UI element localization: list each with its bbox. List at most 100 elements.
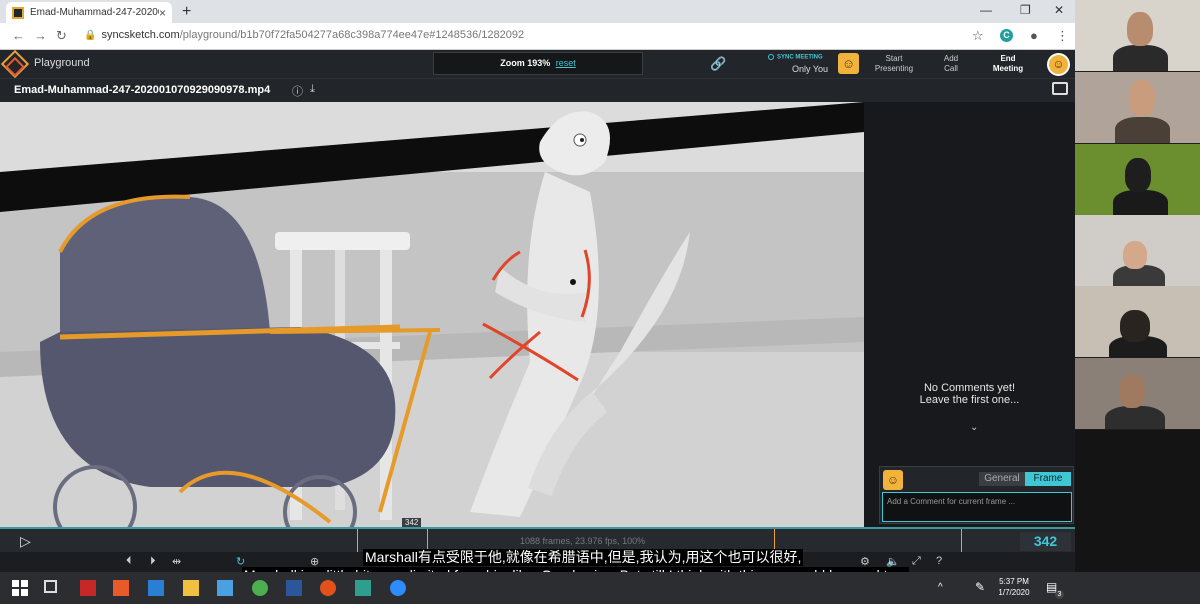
participant-tile-empty [1075, 430, 1200, 572]
zoom-label: Zoom 193% [500, 58, 551, 68]
syncsketch-logo-icon[interactable] [0, 49, 30, 79]
browser-tab-bar: Emad-Muhammad-247-202001 × + — ❐ ✕ [0, 0, 1075, 23]
file-name: Emad-Muhammad-247-202001070929090978.mp4 [14, 84, 271, 96]
timeline-marker [357, 529, 358, 552]
split-view-icon[interactable]: ⇹ [172, 555, 181, 568]
participant-tile[interactable] [1075, 72, 1200, 143]
participant-tile[interactable] [1075, 358, 1200, 429]
help-icon[interactable]: ? [936, 555, 942, 567]
participant-head [1119, 374, 1145, 408]
link-icon[interactable]: 🔗 [710, 56, 726, 72]
browser-tab[interactable]: Emad-Muhammad-247-202001 × [6, 2, 172, 23]
reaction-smiley-icon[interactable]: ☺ [838, 53, 859, 74]
app-icon[interactable] [217, 580, 233, 596]
comment-smiley-icon[interactable]: ☺ [883, 470, 903, 490]
zoom-reset-link[interactable]: reset [556, 58, 576, 68]
windows-taskbar: ^ ✎ 5:37 PM 1/7/2020 ▤ 3 [0, 572, 1200, 604]
screen: Emad-Muhammad-247-202001 × + — ❐ ✕ ← → ↻… [0, 0, 1200, 604]
participant-head [1123, 241, 1147, 269]
url-field[interactable]: 🔒 synсsketch.com/playground/b1b70f72fa504… [84, 29, 524, 41]
app-icon[interactable] [113, 580, 129, 596]
video-viewer[interactable] [0, 102, 864, 527]
app-title: Playground [34, 57, 90, 69]
no-comments-line2: Leave the first one... [919, 394, 1020, 406]
frame-info: 1088 frames, 23.976 fps, 100% [520, 536, 646, 546]
minimize-icon[interactable]: — [980, 3, 992, 17]
info-icon[interactable]: ⓘ [292, 83, 303, 99]
end-meeting-line2: Meeting [992, 64, 1024, 73]
reload-icon[interactable]: ↻ [56, 28, 67, 44]
comments-toggle-icon[interactable] [1052, 82, 1068, 95]
app-header: Playground Zoom 193% reset 🔗 SYNC MEETIN… [0, 49, 1075, 79]
participant-head [1120, 310, 1150, 342]
participant-tile[interactable] [1075, 215, 1200, 286]
start-presenting-button[interactable]: Start Presenting [872, 54, 916, 74]
app-icon[interactable] [148, 580, 164, 596]
syncsketch-favicon-icon [12, 6, 24, 19]
clock-time: 5:37 PM [999, 577, 1029, 586]
new-tab-button[interactable]: + [182, 3, 191, 21]
prev-frame-icon[interactable]: ⏴ [126, 555, 132, 568]
playhead-label: 342 [402, 518, 422, 527]
forward-icon[interactable]: → [34, 28, 47, 43]
close-tab-icon[interactable]: × [159, 6, 166, 20]
participant-tile[interactable] [1075, 144, 1200, 215]
notification-count: 3 [1055, 590, 1064, 599]
back-icon[interactable]: ← [12, 28, 25, 43]
participant-head [1125, 158, 1151, 192]
end-meeting-line1: End [1000, 54, 1016, 63]
tray-chevron-icon[interactable]: ^ [938, 582, 943, 593]
task-view-icon[interactable] [44, 580, 57, 593]
app-icon[interactable] [320, 580, 336, 596]
comment-input[interactable]: Add a Comment for current frame ... [882, 492, 1072, 522]
clock[interactable]: 5:37 PM 1/7/2020 [993, 577, 1035, 597]
participant-head [1129, 80, 1155, 116]
chrome-icon[interactable] [252, 580, 268, 596]
participant-body [1115, 117, 1170, 143]
app-icon[interactable] [355, 580, 371, 596]
pen-icon[interactable]: ✎ [975, 580, 985, 594]
zoom-app-icon[interactable] [390, 580, 406, 596]
sync-label-text: SYNC MEETING [777, 54, 823, 61]
extension-c-icon[interactable]: C [1000, 29, 1013, 42]
participant-body [1113, 190, 1168, 215]
lock-icon: 🔒 [84, 30, 97, 41]
sync-participants: Only You [792, 64, 829, 74]
close-window-icon[interactable]: ✕ [1054, 3, 1064, 17]
app-icon[interactable] [80, 580, 96, 596]
comment-box: ☺ General Frame Add a Comment for curren… [879, 466, 1074, 524]
participant-tile[interactable] [1075, 286, 1200, 357]
participant-body [1105, 406, 1165, 429]
next-frame-icon[interactable]: ⏵ [150, 555, 156, 568]
chevron-down-icon[interactable]: ⌄ [970, 422, 978, 433]
file-bar: Emad-Muhammad-247-202001070929090978.mp4… [0, 78, 1075, 102]
url-path: /playground/b1b70f72fa504277a68c398a774e… [179, 29, 525, 41]
participant-body [1113, 45, 1168, 71]
file-explorer-icon[interactable] [183, 580, 199, 596]
tab-title: Emad-Muhammad-247-202001 [30, 7, 159, 18]
zoom-indicator: Zoom 193% reset [433, 52, 643, 75]
word-icon[interactable] [286, 580, 302, 596]
add-call-line1: Add [943, 54, 959, 63]
no-comments-line1: No Comments yet! [923, 382, 1016, 394]
toggle-general[interactable]: General [979, 472, 1025, 486]
address-bar: ← → ↻ 🔒 synсsketch.com/playground/b1b70f7… [0, 23, 1075, 50]
start-presenting-line1: Start [885, 54, 903, 63]
profile-icon[interactable]: ● [1030, 28, 1038, 43]
windows-start-icon[interactable] [12, 580, 28, 596]
bookmark-star-icon[interactable]: ☆ [972, 28, 984, 44]
end-meeting-button[interactable]: End Meeting [986, 54, 1030, 74]
menu-kebab-icon[interactable]: ⋮ [1056, 28, 1069, 44]
comments-panel: No Comments yet! Leave the first one... … [864, 102, 1075, 527]
participant-tile[interactable] [1075, 0, 1200, 71]
add-call-button[interactable]: Add Call [936, 54, 966, 74]
clock-date: 1/7/2020 [998, 588, 1030, 597]
restore-icon[interactable]: ❐ [1020, 3, 1031, 17]
toggle-frame[interactable]: Frame [1025, 472, 1071, 486]
fullscreen-icon[interactable]: ⤢ [912, 555, 921, 568]
subtitle-chinese: Marshall有点受限于他,就像在希腊语中,但是,我认为,用这个也可以很好, [363, 549, 804, 566]
current-frame-field[interactable]: 342 [1020, 532, 1071, 551]
download-icon[interactable]: ⤓ [310, 83, 315, 96]
play-icon[interactable]: ▷ [20, 533, 31, 550]
user-avatar[interactable]: ☺ [1047, 53, 1070, 76]
